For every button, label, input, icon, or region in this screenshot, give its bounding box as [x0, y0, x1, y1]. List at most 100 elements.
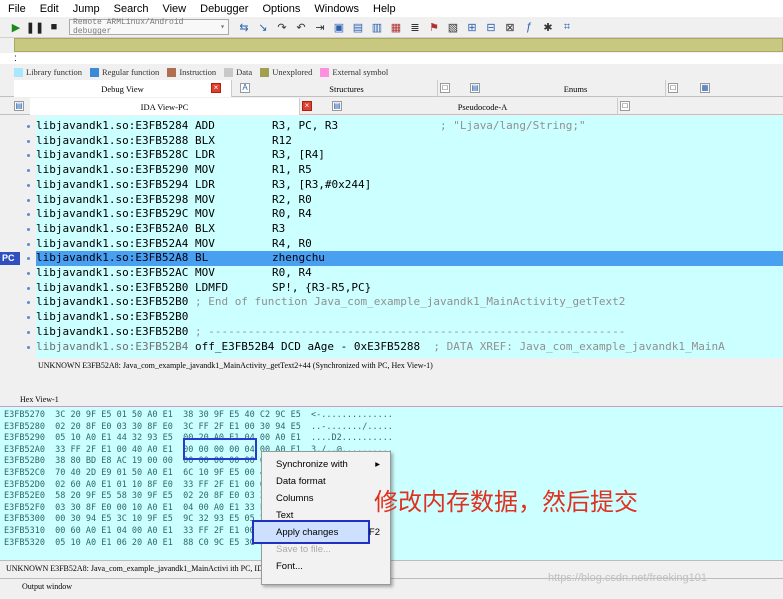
pause-process-icon[interactable]: ❚❚ — [26, 20, 44, 35]
watch-view-icon[interactable]: ▤ — [350, 20, 366, 35]
hex-row[interactable]: E3FB5270 3C 20 9F E5 01 50 A0 E1 38 30 9… — [4, 410, 393, 422]
menu-item-options[interactable]: Options — [262, 3, 300, 15]
menu-item-debugger[interactable]: Debugger — [200, 3, 248, 15]
menu-item-text[interactable]: Text — [262, 507, 390, 524]
start-process-icon[interactable]: ▶ — [8, 20, 24, 35]
menu-item-save-to-file[interactable]: Save to file... — [262, 541, 390, 558]
segments-icon[interactable]: ▧ — [445, 20, 461, 35]
disasm-address: libjavandk1.so:E3FB52B0 — [36, 295, 189, 309]
flow-chart-icon[interactable]: ⊟ — [483, 20, 499, 35]
navigation-band[interactable] — [14, 38, 783, 52]
disasm-line[interactable]: libjavandk1.so:E3FB5294 LDR R3, [R3,#0x24… — [36, 178, 783, 193]
disasm-line[interactable]: libjavandk1.so:E3FB52A0 BLX R3 — [36, 222, 783, 237]
disasm-operands: R4, R0 — [271, 236, 312, 250]
disasm-line[interactable]: libjavandk1.so:E3FB52B0 — [36, 310, 783, 325]
disasm-line[interactable]: libjavandk1.so:E3FB52B0 ; End of functio… — [36, 295, 783, 310]
modules-icon[interactable]: ▦ — [388, 20, 404, 35]
debugger-select[interactable]: Remote ARMLinux/Android debugger ▾ — [69, 18, 229, 36]
menu-item-synchronize-with[interactable]: Synchronize with ▸ — [262, 456, 390, 473]
disasm-mnemonic: BLX — [194, 221, 215, 235]
disasm-mnemonic: ADD — [194, 119, 215, 132]
line-marker-icon — [27, 198, 30, 202]
disasm-line[interactable]: libjavandk1.so:E3FB5284 ADD R3, PC, R3 ; "… — [36, 119, 783, 134]
stack-trace-icon[interactable]: ⚑ — [426, 20, 442, 35]
tab-enums[interactable]: Enums — [486, 80, 666, 97]
pseudocode-tab-icon: ▤ — [332, 101, 342, 111]
tab-ida-view-pc[interactable]: IDA View-PC — [30, 98, 300, 115]
run-to-cursor-icon[interactable]: ⇥ — [312, 20, 328, 35]
menu-item-edit[interactable]: Edit — [40, 3, 59, 15]
run-until-return-icon[interactable]: ↶ — [293, 20, 309, 35]
close-icon[interactable]: × — [302, 101, 312, 111]
legend-swatch — [14, 67, 23, 77]
menu-item-help[interactable]: Help — [373, 3, 396, 15]
menu-item-font[interactable]: Font... — [262, 558, 390, 575]
disasm-line[interactable]: libjavandk1.so:E3FB52B0 ; --------------… — [36, 325, 783, 340]
disasm-line[interactable]: libjavandk1.so:E3FB5290 MOV R1, R5 — [36, 163, 783, 178]
disasm-address: libjavandk1.so:E3FB52B0 — [36, 280, 189, 294]
disasm-line[interactable]: libjavandk1.so:E3FB5298 MOV R2, R0 — [36, 193, 783, 208]
tab-bar-views: ▤ IDA View-PC × ▤ Pseudocode-A □ — [0, 98, 783, 115]
line-marker-icon — [27, 272, 30, 275]
disasm-line[interactable]: libjavandk1.so:E3FB52A4 MOV R4, R0 — [36, 237, 783, 252]
legend-swatch — [320, 67, 330, 77]
threads-icon[interactable]: ≣ — [407, 20, 423, 35]
breakpoints-icon[interactable]: ▣ — [331, 20, 347, 35]
legend-item: Library function — [14, 67, 82, 77]
disasm-address: libjavandk1.so:E3FB52A0 — [36, 221, 189, 235]
debugger-select-value: Remote ARMLinux/Android debugger — [73, 18, 184, 36]
settings-icon[interactable]: ✱ — [540, 20, 556, 35]
disasm-operands: R2, R0 — [271, 192, 312, 206]
line-marker-icon — [27, 183, 30, 187]
tab-pseudocode-a[interactable]: Pseudocode-A — [348, 98, 618, 115]
tab-structures[interactable]: Structures — [256, 80, 438, 97]
menu-item-data-format[interactable]: Data format — [262, 473, 390, 490]
menu-item-file[interactable]: File — [8, 3, 26, 15]
disasm-operands: R3, [R3,#0x244] — [271, 177, 372, 191]
hex-context-menu: Synchronize with ▸ Data format Columns Text A… — [252, 451, 391, 585]
menu-item-search[interactable]: Search — [114, 3, 149, 15]
close-icon[interactable]: □ — [620, 101, 630, 111]
menu-item-view[interactable]: View — [162, 3, 186, 15]
attach-icon[interactable]: ⇆ — [236, 20, 252, 35]
xrefs-icon[interactable]: ⊠ — [502, 20, 518, 35]
graph-view-icon[interactable]: ⊞ — [464, 20, 480, 35]
menu-item-apply-changes[interactable]: Apply changes F2 — [262, 524, 390, 541]
trace-window-icon[interactable]: ▥ — [369, 20, 385, 35]
disasm-line[interactable]: libjavandk1.so:E3FB529C MOV R0, R4 — [36, 207, 783, 222]
terminate-process-icon[interactable]: ■ — [46, 20, 62, 35]
debugger-options-icon[interactable]: ⌗ — [559, 20, 575, 35]
close-icon[interactable]: □ — [668, 83, 678, 93]
menu-item-windows[interactable]: Windows — [314, 3, 359, 15]
disasm-mnemonic: LDMFD — [194, 280, 229, 294]
disasm-line[interactable]: libjavandk1.so:E3FB52B0 LDMFD SP!, {R3-R5… — [36, 281, 783, 296]
step-over-icon[interactable]: ↷ — [274, 20, 290, 35]
tab-pseudocode-a-label: Pseudocode-A — [457, 101, 508, 112]
disasm-mnemonic: MOV — [194, 192, 215, 206]
ida-view-pc-panel[interactable]: PC libjavandk1.so:E3FB5284 ADD R3, PC, R3… — [0, 116, 783, 359]
disasm-line[interactable]: libjavandk1.so:E3FB5288 BLX R12 — [36, 134, 783, 149]
disasm-line[interactable]: libjavandk1.so:E3FB528C LDR R3, [R4] — [36, 148, 783, 163]
disasm-line[interactable]: libjavandk1.so:E3FB52B4 off_E3FB52B4 DCD… — [36, 340, 783, 355]
color-legend: Library function Regular function Instruct… — [0, 64, 783, 80]
tab-debug-view[interactable]: Debug View — [14, 80, 232, 97]
menu-item-jump[interactable]: Jump — [73, 3, 100, 15]
close-icon[interactable]: □ — [440, 83, 450, 93]
structures-tab-icon: A — [240, 83, 250, 93]
disasm-line[interactable]: libjavandk1.so:E3FB52A8 BL zhengchu — [36, 251, 783, 266]
disasm-operands: R3, PC, R3 — [271, 119, 339, 132]
functions-icon[interactable]: ƒ — [521, 20, 537, 35]
disasm-address: libjavandk1.so:E3FB529C — [36, 207, 189, 221]
ida-view-status-line: UNKNOWN E3FB52A8: Java_com_example_javan… — [36, 358, 783, 374]
disasm-operands: R1, R5 — [271, 163, 312, 177]
disasm-operands: SP!, {R3-R5,PC} — [271, 280, 372, 294]
command-line[interactable]: : — [0, 53, 783, 64]
menu-item-columns[interactable]: Columns — [262, 490, 390, 507]
disasm-line[interactable]: libjavandk1.so:E3FB52AC MOV R0, R4 — [36, 266, 783, 281]
close-icon[interactable]: × — [211, 83, 221, 93]
line-marker-icon — [27, 316, 30, 320]
chevron-down-icon: ▾ — [220, 23, 225, 32]
tab-bar-top: Debug View × A Structures □ ▤ Enums □ ▦ — [0, 80, 783, 97]
hex-row[interactable]: E3FB5280 02 20 8F E0 03 30 8F E0 3C FF 2… — [4, 422, 393, 434]
step-into-icon[interactable]: ↘ — [255, 20, 271, 35]
